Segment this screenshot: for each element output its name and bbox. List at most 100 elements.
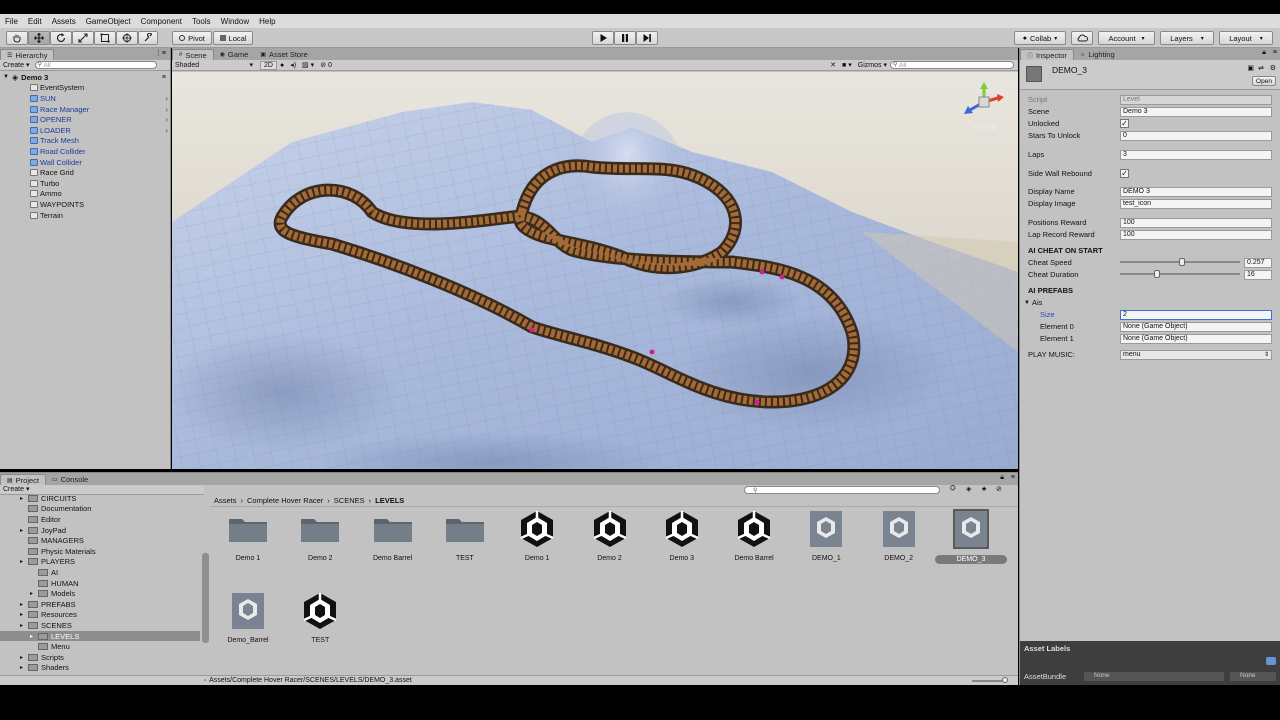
orientation-gizmo[interactable]: < Persp: [964, 82, 1004, 138]
laps-input[interactable]: 3: [1120, 149, 1272, 160]
folder-tree-item[interactable]: ▸ JoyPad: [0, 525, 200, 536]
open-button[interactable]: Open: [1252, 76, 1276, 86]
chevron-right-icon[interactable]: ›: [165, 94, 168, 103]
panel-menu-icon[interactable]: ≡: [1011, 474, 1015, 481]
hierarchy-item[interactable]: Road Collider: [0, 146, 170, 157]
step-button[interactable]: [636, 31, 658, 45]
hierarchy-item[interactable]: EventSystem: [0, 83, 170, 94]
asset-tile[interactable]: TEST: [284, 591, 356, 644]
expand-arrow-icon[interactable]: ▸: [30, 590, 33, 597]
hierarchy-item[interactable]: OPENER ›: [0, 114, 170, 125]
tab-game[interactable]: ◉ Game: [214, 49, 255, 60]
folder-tree-item[interactable]: Menu: [0, 641, 200, 652]
asset-tile[interactable]: Demo Barrel: [357, 509, 429, 562]
panel-menu-icon[interactable]: ≡: [1273, 49, 1277, 56]
folder-tree-item[interactable]: Editor: [0, 514, 200, 525]
scale-tool-button[interactable]: [72, 31, 94, 45]
move-tool-button[interactable]: [28, 31, 50, 45]
star-icon[interactable]: ★: [981, 485, 987, 493]
assetbundle-dropdown[interactable]: None: [1084, 672, 1224, 681]
icon-size-slider[interactable]: [972, 677, 1008, 683]
expand-arrow-icon[interactable]: ▸: [20, 495, 23, 502]
panel-menu-icon[interactable]: ⋮≡: [155, 49, 166, 57]
gizmos-dropdown[interactable]: Gizmos ▾: [855, 61, 890, 70]
folder-tree-item[interactable]: ▸ CIRCUITS: [0, 493, 200, 504]
hierarchy-item[interactable]: Race Grid: [0, 167, 170, 178]
folder-tree-item[interactable]: ▸ PLAYERS: [0, 557, 200, 568]
folder-tree-item[interactable]: ▸ Models: [0, 588, 200, 599]
folder-tree-item[interactable]: ▸ LEVELS: [0, 630, 200, 642]
cloud-button[interactable]: [1071, 31, 1093, 45]
scene-tools-toggle[interactable]: ✕: [827, 61, 839, 69]
filter-by-type-icon[interactable]: ⛭: [950, 485, 956, 493]
asset-tile[interactable]: Demo 2: [574, 509, 646, 562]
folder-tree-item[interactable]: Documentation: [0, 504, 200, 515]
label-tag-icon[interactable]: [1266, 657, 1276, 665]
chevron-right-icon[interactable]: ›: [165, 126, 168, 135]
tab-lighting[interactable]: ☼ Lighting: [1074, 49, 1121, 60]
expand-arrow-icon[interactable]: ▸: [20, 527, 23, 534]
folder-tree-item[interactable]: MANAGERS: [0, 535, 200, 546]
hierarchy-scene-root[interactable]: ▼ ◈ Demo 3 ≡: [0, 72, 170, 83]
hand-tool-button[interactable]: [6, 31, 28, 45]
folder-tree-item[interactable]: ▸ PREFABS: [0, 599, 200, 610]
layout-dropdown[interactable]: Layout ▾: [1219, 31, 1273, 45]
menu-window[interactable]: Window: [216, 17, 254, 26]
pivot-toggle[interactable]: Pivot: [172, 31, 212, 45]
hierarchy-create-dropdown[interactable]: Create ▾: [0, 61, 33, 70]
breadcrumb-item[interactable]: Complete Hover Racer: [247, 496, 323, 505]
cheat-duration-input[interactable]: 16: [1244, 269, 1272, 280]
pause-button[interactable]: [614, 31, 636, 45]
scene-search-input[interactable]: ⚲ All: [890, 61, 1014, 69]
scene-menu-icon[interactable]: ≡: [162, 74, 166, 81]
hidden-packages-icon[interactable]: ⊘: [996, 485, 1002, 493]
expand-arrow-icon[interactable]: ▸: [20, 601, 23, 608]
folder-tree-item[interactable]: ▸ SCENES: [0, 620, 200, 631]
breadcrumb-item[interactable]: LEVELS: [375, 496, 404, 505]
display-image-value[interactable]: test_icon: [1120, 198, 1272, 209]
folder-tree-item[interactable]: ▸ Shaders: [0, 663, 200, 674]
play-music-dropdown[interactable]: menu ⇕: [1120, 349, 1272, 360]
project-search-input[interactable]: ⚲: [744, 486, 940, 494]
hierarchy-item[interactable]: WAYPOINTS: [0, 199, 170, 210]
element0-value[interactable]: None (Game Object): [1120, 321, 1272, 332]
asset-tile[interactable]: TEST: [429, 509, 501, 562]
tab-asset-store[interactable]: ▣ Asset Store: [254, 49, 313, 60]
assetbundle-variant-dropdown[interactable]: None: [1230, 672, 1276, 681]
cheat-duration-slider-knob[interactable]: [1154, 270, 1161, 278]
hierarchy-item[interactable]: Turbo: [0, 178, 170, 189]
cheat-speed-slider-knob[interactable]: [1179, 258, 1186, 266]
effects-dropdown[interactable]: ▨ ▾: [299, 61, 317, 69]
scene-value[interactable]: Demo 3: [1120, 106, 1272, 117]
lock-icon[interactable]: 🔒︎: [1262, 49, 1266, 57]
account-dropdown[interactable]: Account ▾: [1098, 31, 1155, 45]
play-button[interactable]: [592, 31, 614, 45]
menu-edit[interactable]: Edit: [23, 17, 47, 26]
audio-toggle[interactable]: ◂): [287, 61, 299, 69]
asset-tile[interactable]: Demo_Barrel: [212, 591, 284, 644]
camera-settings-dropdown[interactable]: ■ ▾: [839, 61, 855, 70]
positions-reward-input[interactable]: 100: [1120, 217, 1272, 228]
filter-by-label-icon[interactable]: ◈: [966, 485, 971, 493]
menu-help[interactable]: Help: [254, 17, 280, 26]
menu-file[interactable]: File: [0, 17, 23, 26]
chevron-right-icon[interactable]: ›: [165, 105, 168, 114]
expand-arrow-icon[interactable]: ▸: [30, 633, 33, 640]
hidden-objects-toggle[interactable]: ⊘ 0: [317, 61, 335, 70]
expand-arrow-icon[interactable]: ▸: [20, 558, 23, 565]
display-name-input[interactable]: DEMO 3: [1120, 186, 1272, 197]
scene-viewport[interactable]: < Persp: [172, 72, 1018, 469]
hierarchy-item[interactable]: SUN ›: [0, 93, 170, 104]
breadcrumb-item[interactable]: SCENES: [334, 496, 365, 505]
expand-arrow-icon[interactable]: ▸: [20, 654, 23, 661]
hierarchy-search-input[interactable]: ⚲ All: [34, 61, 157, 69]
menu-tools[interactable]: Tools: [187, 17, 216, 26]
expand-arrow-icon[interactable]: ▸: [20, 664, 23, 671]
asset-tile[interactable]: DEMO_2: [863, 509, 935, 562]
project-create-dropdown[interactable]: Create ▾: [0, 485, 204, 494]
menu-component[interactable]: Component: [136, 17, 187, 26]
local-toggle[interactable]: Local: [213, 31, 253, 45]
hierarchy-item[interactable]: Ammo: [0, 189, 170, 200]
collab-dropdown[interactable]: ● Collab ▾: [1014, 31, 1066, 45]
orientation-label[interactable]: < Persp: [964, 124, 1004, 131]
